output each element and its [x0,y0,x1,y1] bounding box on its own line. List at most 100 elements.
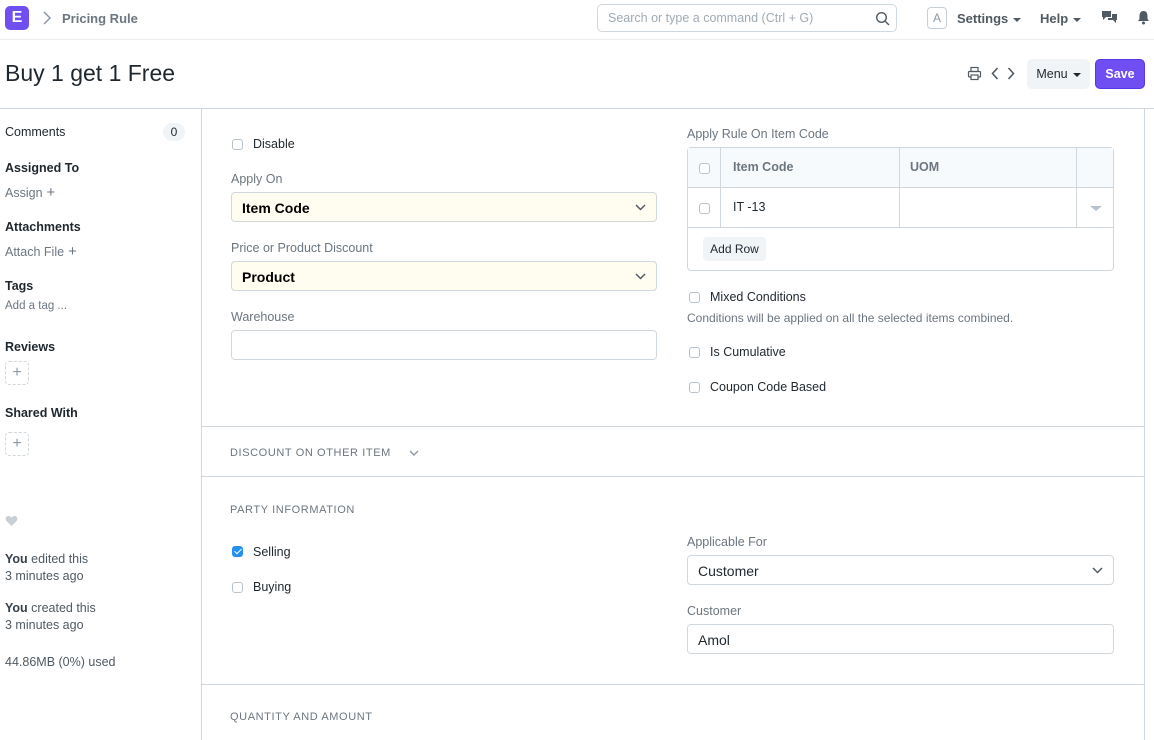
selling-label[interactable]: Selling [253,545,291,559]
comments-count-badge: 0 [163,123,185,141]
mixed-conditions-label[interactable]: Mixed Conditions [710,290,806,304]
storage-usage: 44.86MB (0%) used [5,655,116,669]
caret-down-icon [1072,72,1081,77]
customer-input[interactable]: Amol [687,624,1114,654]
edited-text: edited this [31,552,89,566]
warehouse-label: Warehouse [231,310,295,324]
created-activity: You created this 3 minutes ago [5,600,96,634]
chevron-down-icon [635,273,646,280]
help-dropdown[interactable]: Help [1040,11,1082,26]
attach-file-label: Attach File [5,245,65,259]
section-discount-other-item[interactable]: DISCOUNT ON OTHER ITEM [230,447,419,459]
buying-label[interactable]: Buying [253,580,291,594]
apply-on-label: Apply On [231,172,283,186]
column-divider [720,148,721,228]
applicable-for-value: Customer [698,563,759,579]
like-heart-icon[interactable] [5,515,18,527]
chevron-down-icon [409,450,419,457]
navbar: E Pricing Rule A Settings Help [0,0,1154,40]
buying-checkbox[interactable] [232,582,243,593]
settings-dropdown[interactable]: Settings [957,11,1022,26]
sidebar-reviews-heading: Reviews [5,340,56,354]
chevron-down-icon [1092,567,1103,574]
warehouse-input[interactable] [231,330,657,360]
row-edit-caret-icon[interactable] [1090,206,1102,211]
section-quantity-and-amount: QUANTITY AND AMOUNT [230,711,373,723]
edited-by-user: You [5,552,28,566]
user-avatar[interactable]: A [927,7,947,29]
edited-activity: You edited this 3 minutes ago [5,551,88,585]
sidebar-shared-with-heading: Shared With [5,406,78,420]
price-or-product-select[interactable]: Product [231,261,657,291]
column-header-item-code: Item Code [733,160,794,174]
sidebar-assigned-to-heading: Assigned To [5,161,80,175]
edited-time: 3 minutes ago [5,569,84,583]
price-or-product-label: Price or Product Discount [231,241,373,255]
mixed-conditions-help: Conditions will be applied on all the se… [687,311,1014,325]
previous-record-icon[interactable] [989,66,1001,81]
disable-checkbox[interactable] [232,139,243,150]
mixed-conditions-checkbox[interactable] [689,292,700,303]
section-title: DISCOUNT ON OTHER ITEM [230,447,391,459]
section-divider [201,476,1145,477]
sidebar-tags-heading: Tags [5,279,34,293]
add-review-button[interactable]: + [5,361,29,385]
save-button[interactable]: Save [1095,59,1145,89]
disable-label[interactable]: Disable [253,137,295,151]
page-title: Buy 1 get 1 Free [5,60,176,86]
applicable-for-label: Applicable For [687,535,767,549]
column-header-uom: UOM [910,160,940,174]
add-tag-link[interactable]: Add a tag ... [5,300,67,312]
next-record-icon[interactable] [1005,66,1017,81]
plus-icon: + [68,243,77,260]
section-party-information: PARTY INFORMATION [230,504,355,516]
plus-icon: + [12,364,22,381]
search-bar[interactable] [597,4,897,32]
help-label: Help [1040,11,1069,26]
add-share-button[interactable]: + [5,432,29,456]
breadcrumb-pricing-rule[interactable]: Pricing Rule [62,11,138,26]
menu-button[interactable]: Menu [1027,59,1090,89]
search-icon [875,11,890,26]
plus-icon: + [46,184,56,201]
print-icon[interactable] [967,66,982,81]
notification-bell-icon[interactable] [1137,10,1150,25]
column-divider [899,148,900,228]
assign-label: Assign [5,186,43,200]
cell-item-code[interactable]: IT -13 [733,200,765,214]
created-text: created this [31,601,96,615]
search-input[interactable] [608,11,868,25]
attach-file-link[interactable]: Attach File + [5,243,77,260]
breadcrumb-chevron-icon [43,11,52,25]
sidebar-attachments-heading: Attachments [5,220,81,234]
applicable-for-select[interactable]: Customer [687,555,1114,585]
select-all-checkbox[interactable] [699,163,710,174]
column-divider [1076,148,1077,228]
is-cumulative-checkbox[interactable] [689,347,700,358]
assign-link[interactable]: Assign + [5,184,55,201]
customer-label: Customer [687,604,742,618]
apply-rule-on-label: Apply Rule On Item Code [687,127,829,141]
is-cumulative-label[interactable]: Is Cumulative [710,345,786,359]
section-divider [201,684,1145,685]
created-time: 3 minutes ago [5,618,84,632]
section-divider [201,426,1145,427]
plus-icon: + [12,435,22,452]
price-or-product-value: Product [242,269,295,285]
app-logo[interactable]: E [5,6,29,30]
apply-on-select[interactable]: Item Code [231,192,657,222]
apply-on-value: Item Code [242,200,310,216]
selling-checkbox[interactable] [232,546,243,557]
chevron-down-icon [635,204,646,211]
created-by-user: You [5,601,28,615]
coupon-code-based-label[interactable]: Coupon Code Based [710,380,826,394]
coupon-code-based-checkbox[interactable] [689,382,700,393]
item-code-table: Item Code UOM IT -13 Add Row [687,147,1114,271]
menu-label: Menu [1036,67,1068,81]
caret-down-icon [1013,17,1022,22]
add-row-button[interactable]: Add Row [703,237,766,261]
sidebar-comments[interactable]: Comments [5,125,65,139]
caret-down-icon [1073,17,1082,22]
chat-icon[interactable] [1101,10,1118,25]
row-checkbox[interactable] [699,203,710,214]
